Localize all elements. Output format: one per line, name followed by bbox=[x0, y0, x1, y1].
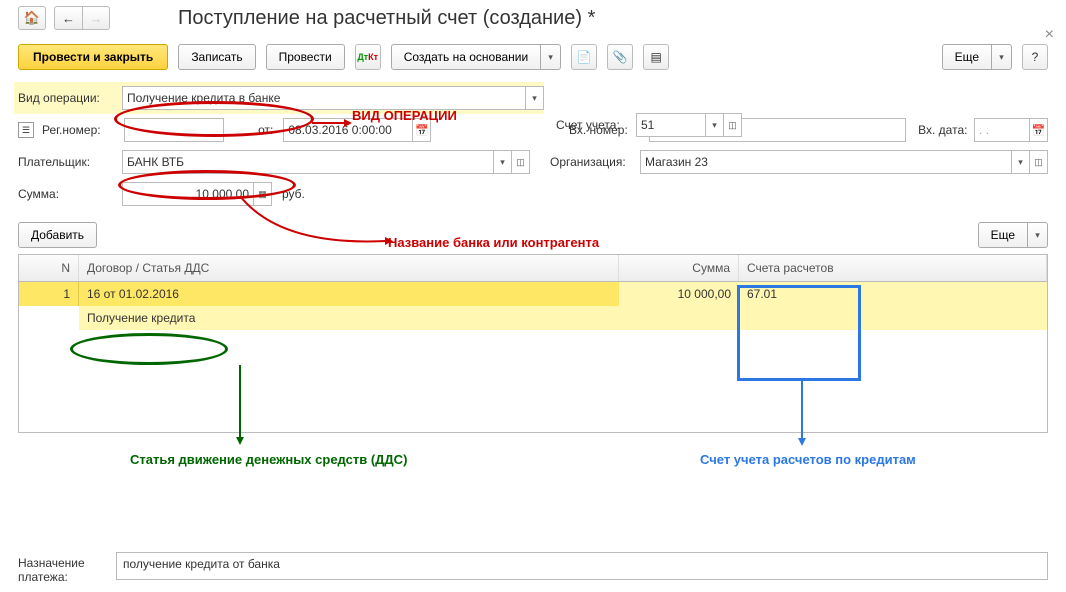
post-button[interactable]: Провести bbox=[266, 44, 345, 70]
row-sum[interactable]: 10 000,00 bbox=[619, 282, 739, 306]
org-input[interactable]: Магазин 23 bbox=[640, 150, 1012, 174]
account-open[interactable]: ◫ bbox=[724, 113, 742, 137]
account-input[interactable]: 51 ▾ ◫ bbox=[636, 113, 742, 137]
more-dropdown[interactable] bbox=[992, 44, 1012, 70]
row-n: 1 bbox=[19, 282, 79, 306]
col-sum-header[interactable]: Сумма bbox=[619, 255, 739, 281]
home-button[interactable]: 🏠 bbox=[18, 6, 46, 30]
operation-type-label: Вид операции: bbox=[18, 91, 118, 105]
incoming-date-calendar[interactable] bbox=[1030, 118, 1048, 142]
payer-input[interactable]: БАНК ВТБ bbox=[122, 150, 494, 174]
reg-icon: ☰ bbox=[18, 122, 34, 138]
table-row[interactable]: 1 16 от 01.02.2016 10 000,00 67.01 bbox=[19, 282, 1047, 306]
operation-type-input[interactable]: Получение кредита в банке bbox=[122, 86, 526, 110]
reg-number-input[interactable] bbox=[124, 118, 224, 142]
account-dropdown[interactable]: ▾ bbox=[706, 113, 724, 137]
reg-date-input[interactable]: 08.03.2016 0:00:00 bbox=[283, 118, 431, 142]
purpose-label: Назначение платежа: bbox=[18, 552, 108, 584]
row-dds[interactable]: Получение кредита bbox=[79, 306, 619, 330]
create-based-button[interactable]: Создать на основании bbox=[391, 44, 562, 70]
currency-label: руб. bbox=[276, 187, 305, 201]
page-title: Поступление на расчетный счет (создание)… bbox=[178, 7, 595, 30]
dt-kt-icon[interactable]: ДтКт bbox=[355, 44, 381, 70]
row-account[interactable]: 67.01 bbox=[739, 282, 1047, 306]
more-button[interactable]: Еще bbox=[942, 44, 1012, 70]
post-and-close-button[interactable]: Провести и закрыть bbox=[18, 44, 168, 70]
col-contract-header[interactable]: Договор / Статья ДДС bbox=[79, 255, 619, 281]
account-annotation: Счет учета расчетов по кредитам bbox=[700, 452, 916, 467]
org-label: Организация: bbox=[550, 155, 636, 169]
add-button[interactable]: Добавить bbox=[18, 222, 97, 248]
payer-open[interactable]: ◫ bbox=[512, 150, 530, 174]
row-contract[interactable]: 16 от 01.02.2016 bbox=[79, 282, 619, 306]
save-button[interactable]: Записать bbox=[178, 44, 255, 70]
forward-button[interactable]: → bbox=[82, 6, 110, 30]
create-based-dropdown[interactable] bbox=[541, 44, 561, 70]
sum-label: Сумма: bbox=[18, 187, 118, 201]
payer-label: Плательщик: bbox=[18, 155, 118, 169]
payer-dropdown[interactable]: ▾ bbox=[494, 150, 512, 174]
incoming-date-label: Вх. дата: bbox=[910, 123, 970, 137]
operation-type-dropdown[interactable]: ▾ bbox=[526, 86, 544, 110]
reg-number-label: Рег.номер: bbox=[42, 123, 120, 137]
dds-annotation: Статья движение денежных средств (ДДС) bbox=[130, 452, 407, 467]
reg-from-label: от: bbox=[228, 123, 280, 137]
account-label: Счет учета: bbox=[556, 118, 632, 132]
col-account-header[interactable]: Счета расчетов bbox=[739, 255, 1047, 281]
org-open[interactable]: ◫ bbox=[1030, 150, 1048, 174]
table-more-dropdown[interactable] bbox=[1028, 222, 1048, 248]
table-subrow[interactable]: Получение кредита bbox=[19, 306, 1047, 330]
list-icon[interactable]: ▤ bbox=[643, 44, 669, 70]
col-n-header[interactable]: N bbox=[19, 255, 79, 281]
document-icon[interactable]: 📄 bbox=[571, 44, 597, 70]
close-icon[interactable]: × bbox=[1045, 26, 1054, 44]
purpose-input[interactable]: получение кредита от банка bbox=[116, 552, 1048, 580]
help-icon[interactable]: ? bbox=[1022, 44, 1048, 70]
sum-input[interactable]: 10 000,00 ▦ bbox=[122, 182, 272, 206]
reg-date-calendar[interactable] bbox=[413, 118, 431, 142]
attach-icon[interactable]: 📎 bbox=[607, 44, 633, 70]
payments-grid[interactable]: N Договор / Статья ДДС Сумма Счета расче… bbox=[18, 254, 1048, 433]
sum-calculator[interactable]: ▦ bbox=[254, 182, 272, 206]
incoming-date-input[interactable]: . . bbox=[974, 118, 1048, 142]
org-dropdown[interactable]: ▾ bbox=[1012, 150, 1030, 174]
back-button[interactable]: ← bbox=[54, 6, 82, 30]
table-more-button[interactable]: Еще bbox=[978, 222, 1048, 248]
